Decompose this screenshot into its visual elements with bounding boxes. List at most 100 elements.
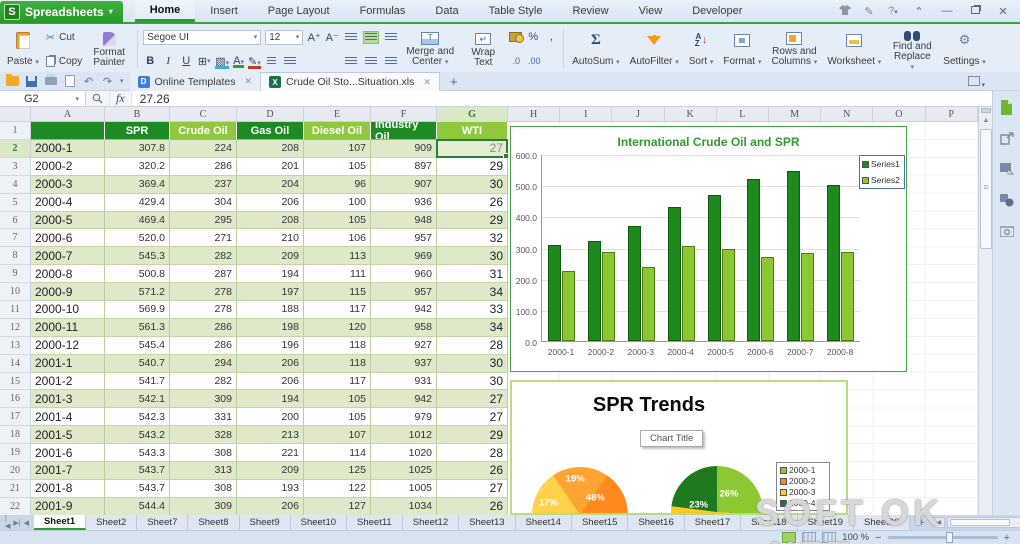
cell[interactable]: 1034 [371, 498, 437, 515]
name-box[interactable]: G2▾ [0, 91, 86, 106]
cell[interactable]: 304 [170, 194, 237, 212]
row-header-21[interactable]: 21 [0, 480, 31, 498]
borders-button[interactable]: ⊞▾ [197, 54, 211, 68]
copy-button[interactable]: Copy [46, 54, 82, 68]
ribbon-tab-formulas[interactable]: Formulas [345, 0, 421, 22]
cell[interactable]: 206 [237, 498, 304, 515]
column-header-O[interactable]: O [873, 107, 925, 122]
horizontal-scroll-thumb[interactable] [950, 519, 1010, 526]
cell[interactable]: 30 [437, 373, 508, 391]
cell[interactable]: 2000-1 [31, 140, 105, 158]
cell[interactable]: 2000-12 [31, 337, 105, 355]
cell[interactable]: 209 [237, 247, 304, 265]
cell[interactable]: 931 [371, 373, 437, 391]
zoom-slider[interactable] [888, 536, 998, 539]
cell[interactable]: 105 [304, 158, 371, 176]
cell[interactable]: 125 [304, 462, 371, 480]
paste-button[interactable]: Paste ▾ [4, 28, 42, 70]
align-top-button[interactable] [343, 31, 359, 44]
row-header-18[interactable]: 18 [0, 426, 31, 444]
save-icon[interactable] [25, 75, 38, 87]
cell[interactable]: 118 [304, 337, 371, 355]
cell[interactable]: 27 [437, 408, 508, 426]
first-sheet-icon[interactable]: |◀ [5, 515, 10, 530]
cell[interactable]: 544.4 [105, 498, 170, 515]
collapse-ribbon-button[interactable]: ⌃ [910, 5, 928, 18]
align-right-button[interactable] [383, 55, 399, 68]
header-cell[interactable]: Gas Oil [237, 122, 304, 140]
zoom-out-button[interactable]: − [875, 532, 881, 544]
cell[interactable]: 118 [304, 355, 371, 373]
export-icon[interactable] [999, 130, 1015, 146]
normal-view-icon[interactable] [782, 532, 796, 543]
float-window-icon[interactable] [968, 76, 980, 86]
cell[interactable]: 958 [371, 319, 437, 337]
ribbon-tab-insert[interactable]: Insert [195, 0, 253, 22]
cell[interactable]: 545.4 [105, 337, 170, 355]
cell[interactable]: 26 [437, 462, 508, 480]
decrease-indent-button[interactable] [265, 54, 279, 68]
cell[interactable]: 208 [237, 140, 304, 158]
column-header-A[interactable]: A [31, 107, 105, 122]
cell[interactable]: 2000-4 [31, 194, 105, 212]
row-header-13[interactable]: 13 [0, 337, 31, 355]
cell[interactable]: 198 [237, 319, 304, 337]
cell[interactable]: 543.7 [105, 480, 170, 498]
format-painter-button[interactable]: Format Painter [86, 28, 132, 70]
find-replace-button[interactable]: Find and Replace ▾ [888, 28, 936, 70]
cell[interactable]: 927 [371, 337, 437, 355]
font-name-select[interactable]: Segoe UI▾ [143, 30, 261, 45]
cell[interactable]: 286 [170, 337, 237, 355]
row-header-20[interactable]: 20 [0, 462, 31, 480]
document-tab[interactable]: XCrude Oil Sto...Situation.xls✕ [261, 72, 440, 91]
ribbon-tab-home[interactable]: Home [135, 0, 196, 22]
cell[interactable]: 309 [170, 390, 237, 408]
print-preview-icon[interactable] [63, 75, 76, 87]
scroll-left-icon[interactable]: ◀ [933, 517, 945, 528]
row-header-2[interactable]: 2 [0, 140, 31, 158]
cell[interactable]: 979 [371, 408, 437, 426]
cell[interactable]: 500.8 [105, 265, 170, 283]
zoom-slider-thumb[interactable] [946, 532, 953, 543]
row-header-4[interactable]: 4 [0, 176, 31, 194]
cell[interactable]: 307.8 [105, 140, 170, 158]
cell[interactable]: 27 [437, 480, 508, 498]
column-header-F[interactable]: F [371, 107, 437, 122]
cell[interactable]: 111 [304, 265, 371, 283]
cell[interactable]: 909 [371, 140, 437, 158]
row-header-5[interactable]: 5 [0, 194, 31, 212]
cell[interactable]: 2000-7 [31, 247, 105, 265]
cell[interactable]: 2000-5 [31, 212, 105, 230]
column-header-L[interactable]: L [717, 107, 769, 122]
align-left-button[interactable] [343, 55, 359, 68]
cell[interactable]: 282 [170, 247, 237, 265]
new-file-icon[interactable] [6, 75, 19, 87]
cell[interactable]: 942 [371, 301, 437, 319]
cell[interactable]: 328 [170, 426, 237, 444]
cell[interactable]: 907 [371, 176, 437, 194]
quick-access-dropdown-icon[interactable]: ▾ [120, 77, 124, 85]
cell[interactable]: 545.3 [105, 247, 170, 265]
sheet-tab-sheet19[interactable]: Sheet19 [798, 515, 854, 530]
header-cell[interactable]: Diesel Oil [304, 122, 371, 140]
cell[interactable]: 543.3 [105, 444, 170, 462]
bar-chart-legend[interactable]: Series1Series2 [859, 155, 905, 189]
sheet-tab-sheet11[interactable]: Sheet11 [347, 515, 403, 530]
cell[interactable]: 278 [170, 283, 237, 301]
chart-title-placeholder[interactable]: Chart Title [640, 430, 703, 447]
cell[interactable]: 2001-4 [31, 408, 105, 426]
column-header-P[interactable]: P [926, 107, 978, 122]
cell[interactable]: 2000-9 [31, 283, 105, 301]
cut-button[interactable]: ✂Cut [46, 30, 82, 44]
header-cell[interactable]: Industry Oil [371, 122, 437, 140]
cell[interactable]: 194 [237, 390, 304, 408]
sheet-tab-sheet2[interactable]: Sheet2 [86, 515, 137, 530]
increase-indent-button[interactable] [283, 54, 297, 68]
cell[interactable]: 320.2 [105, 158, 170, 176]
cell[interactable]: 294 [170, 355, 237, 373]
cell[interactable]: 30 [437, 247, 508, 265]
cell[interactable]: 561.3 [105, 319, 170, 337]
cell[interactable]: 540.7 [105, 355, 170, 373]
cell[interactable]: 286 [170, 158, 237, 176]
percent-format-button[interactable]: % [526, 30, 540, 44]
